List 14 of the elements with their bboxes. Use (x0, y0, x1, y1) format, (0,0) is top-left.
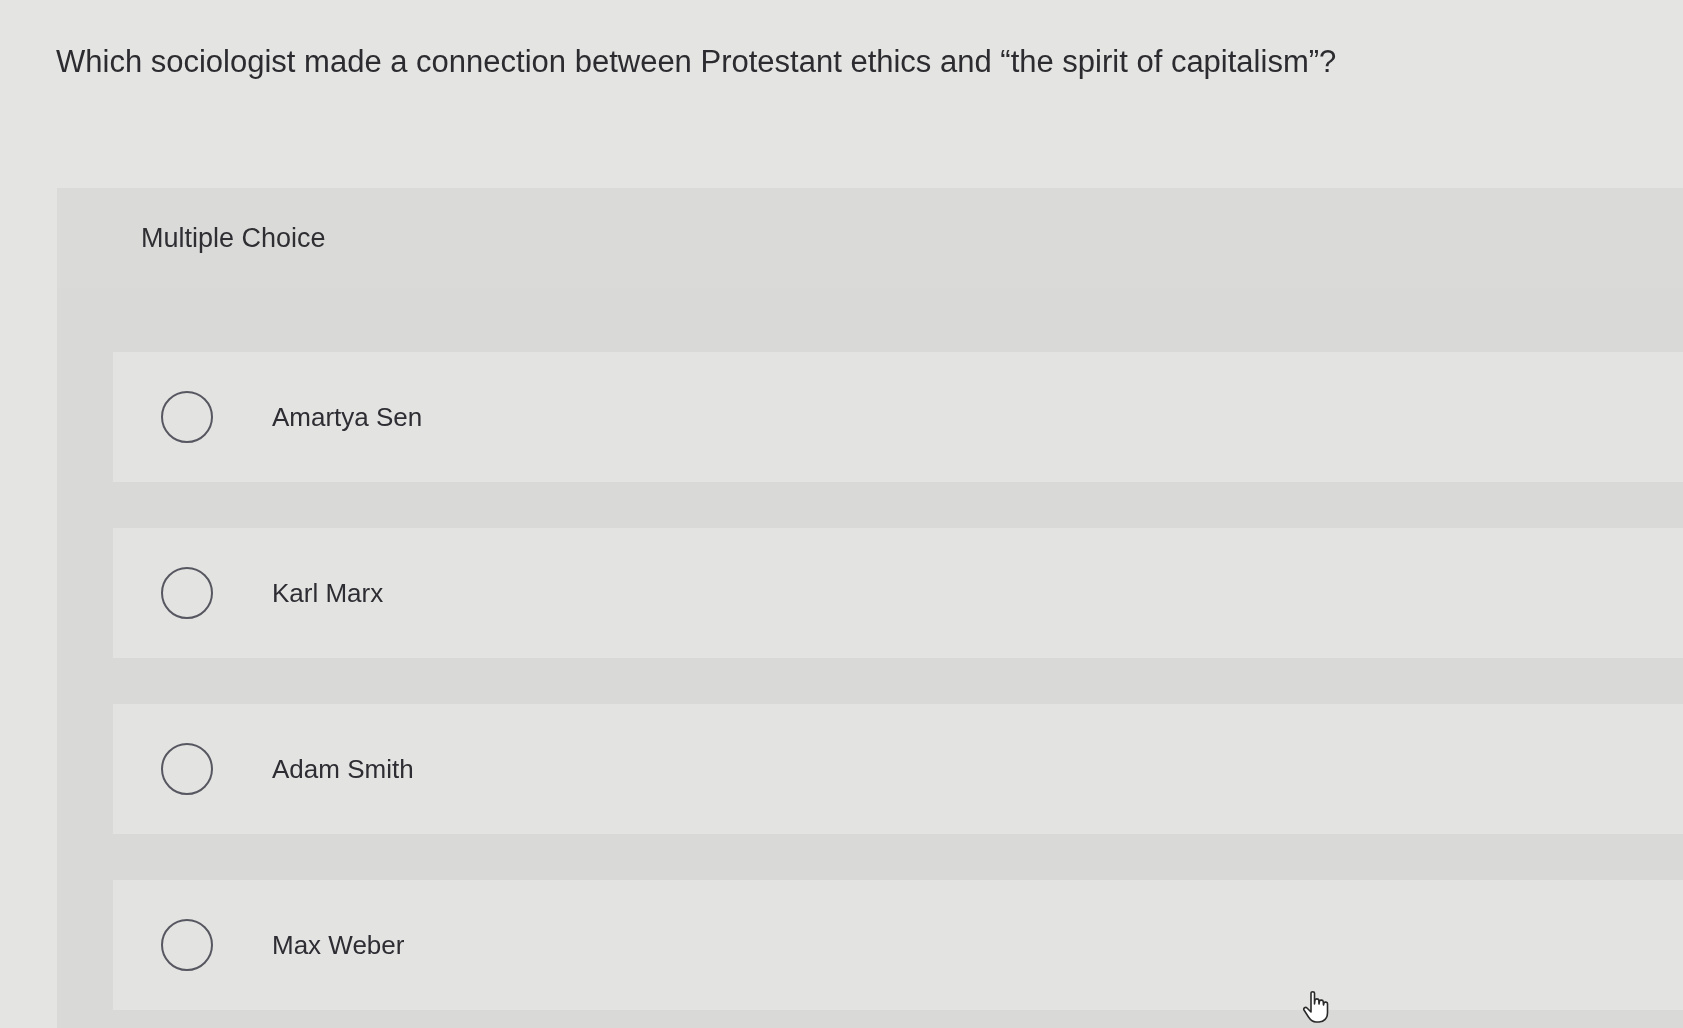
question-text: Which sociologist made a connection between Protestant ethics and “the spirit of capitalism”? (56, 43, 1338, 81)
radio-button[interactable] (161, 919, 213, 971)
question-type-label: Multiple Choice (141, 222, 326, 254)
answer-option[interactable]: Adam Smith (113, 704, 1683, 834)
radio-button[interactable] (161, 567, 213, 619)
option-label: Amartya Sen (272, 401, 423, 433)
radio-button[interactable] (161, 743, 213, 795)
answer-option[interactable]: Max Weber (113, 880, 1683, 1010)
radio-button[interactable] (161, 391, 213, 443)
answer-option[interactable]: Amartya Sen (113, 352, 1683, 482)
option-label: Karl Marx (272, 577, 384, 609)
answer-option[interactable]: Karl Marx (113, 528, 1683, 658)
option-label: Adam Smith (272, 753, 414, 785)
option-label: Max Weber (272, 929, 405, 961)
